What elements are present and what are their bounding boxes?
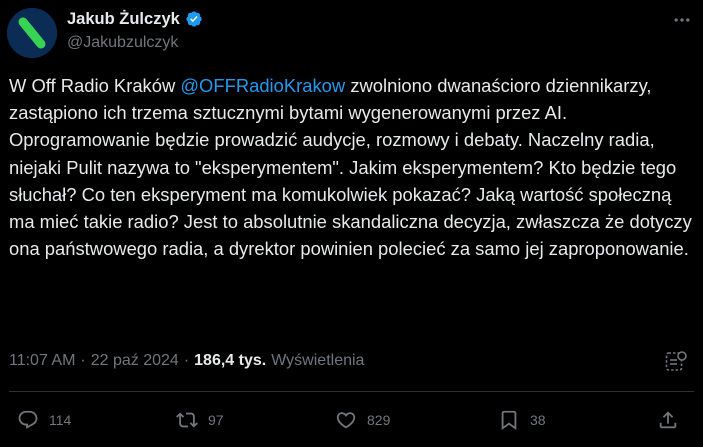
views-count: 186,4 tys. <box>194 352 267 369</box>
mention-link[interactable]: @OFFRadioKrakow <box>180 75 345 96</box>
more-dots-icon <box>674 18 690 22</box>
tweet-author: Jakub Żulczyk @Jakubzulczyk <box>67 9 203 52</box>
tweet-text: W Off Radio Kraków @OFFRadioKrakow zwoln… <box>9 72 694 262</box>
avatar-image <box>7 8 57 58</box>
grok-icon <box>665 351 687 371</box>
bookmark-count: 38 <box>530 412 546 428</box>
repost-count: 97 <box>208 412 224 428</box>
tweet-time[interactable]: 11:07 AM <box>9 352 75 370</box>
repost-icon <box>176 412 198 428</box>
reply-button[interactable]: 114 <box>17 405 71 435</box>
tweet-date[interactable]: 22 paź 2024 <box>91 352 179 370</box>
repost-button[interactable]: 97 <box>176 405 224 435</box>
author-name[interactable]: Jakub Żulczyk <box>67 10 180 29</box>
tweet-text-part: zwolniono dwanaścioro dziennikarzy, zast… <box>9 75 692 260</box>
meta-separator: · <box>80 352 86 369</box>
author-handle[interactable]: @Jakubzulczyk <box>67 34 203 52</box>
heart-icon <box>336 412 356 429</box>
meta-separator: · <box>183 352 190 369</box>
bookmark-icon <box>501 410 517 431</box>
like-button[interactable]: 829 <box>335 405 390 435</box>
reply-count: 114 <box>49 412 72 428</box>
avatar[interactable] <box>7 8 57 58</box>
share-button[interactable] <box>657 405 679 435</box>
more-options-button[interactable] <box>665 8 699 32</box>
verified-badge-icon[interactable] <box>185 10 203 28</box>
reply-icon <box>18 410 38 429</box>
bookmark-button[interactable]: 38 <box>498 405 546 435</box>
like-count: 829 <box>367 412 391 428</box>
views-label: Wyświetlenia <box>271 352 365 369</box>
share-icon <box>659 411 677 429</box>
action-bar: 114 97 829 38 <box>0 405 703 435</box>
tweet-text-part: W Off Radio Kraków <box>9 75 181 96</box>
tweet-meta: 11:07 AM · 22 paź 2024 · 186,4 tys. Wyśw… <box>9 350 364 372</box>
grok-button[interactable] <box>664 350 688 374</box>
divider <box>9 391 694 392</box>
